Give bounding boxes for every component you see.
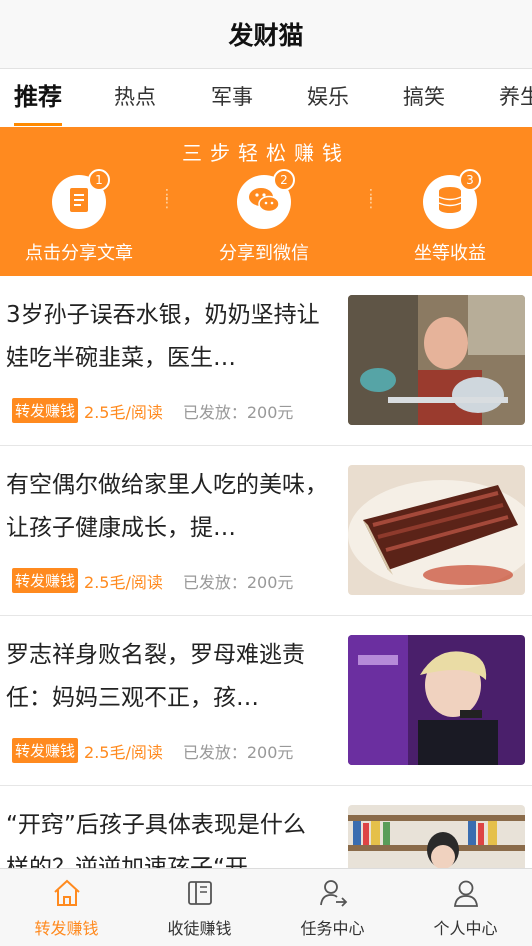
document-icon <box>64 185 94 219</box>
tab-hot[interactable]: 热点 <box>114 69 156 127</box>
home-icon <box>0 877 133 909</box>
article-meta: 转发赚钱 2.5毛/阅读 已发放：200元 <box>12 738 293 763</box>
wechat-icon <box>247 185 281 219</box>
share-earn-badge: 转发赚钱 <box>12 568 79 593</box>
step-share-article: 1 点击分享文章 <box>14 169 144 265</box>
tab-label: 转发赚钱 <box>34 919 99 938</box>
book-icon <box>133 877 266 909</box>
step-label: 点击分享文章 <box>25 243 133 264</box>
user-share-icon <box>266 877 399 909</box>
tab-forward-earn[interactable]: 转发赚钱 <box>0 869 133 946</box>
article-headline: 有空偶尔做给家里人吃的美味，让孩子健康成长，提… <box>6 472 328 541</box>
step-number: 1 <box>88 169 110 191</box>
paid-out-amount: 已发放：200元 <box>182 742 294 762</box>
article-headline: “开窍”后孩子具体表现是什么样的？逆逆加速孩子“开 <box>6 812 306 868</box>
reward-rate: 2.5毛/阅读 <box>84 402 163 422</box>
article-meta: 转发赚钱 2.5毛/阅读 已发放：200元 <box>12 398 293 423</box>
coins-icon <box>434 185 466 219</box>
article-thumbnail <box>348 805 525 868</box>
step-label: 分享到微信 <box>219 243 309 264</box>
tab-recruit-earn[interactable]: 收徒赚钱 <box>133 869 266 946</box>
article-headline: 3岁孙子误吞水银，奶奶坚持让娃吃半碗韭菜，医生… <box>6 302 320 371</box>
bottom-tab-bar: 转发赚钱 收徒赚钱 任务中心 个人中心 <box>0 868 532 946</box>
step-number: 2 <box>273 169 295 191</box>
reward-rate: 2.5毛/阅读 <box>84 572 163 592</box>
share-earn-badge: 转发赚钱 <box>12 398 79 423</box>
tab-funny[interactable]: 搞笑 <box>403 69 445 127</box>
paid-out-amount: 已发放：200元 <box>182 402 294 422</box>
article-headline: 罗志祥身败名裂，罗母难逃责任：妈妈三观不正，孩… <box>6 642 305 711</box>
tab-label: 任务中心 <box>300 919 365 938</box>
earn-steps-banner[interactable]: 三步轻松赚钱 1 点击分享文章 ⋮ ⋮ 2 分享到微信 ⋮ ⋮ 3 坐等收益 <box>0 127 532 276</box>
app-header: 发财猫 <box>0 0 532 69</box>
article-item[interactable]: 3岁孙子误吞水银，奶奶坚持让娃吃半碗韭菜，医生… 转发赚钱 2.5毛/阅读 已发… <box>0 276 532 446</box>
step-label: 坐等收益 <box>414 243 486 264</box>
article-item[interactable]: “开窍”后孩子具体表现是什么样的？逆逆加速孩子“开 <box>0 786 532 868</box>
tab-recommend[interactable]: 推荐 <box>14 69 62 127</box>
step-separator: ⋮ ⋮ <box>364 187 381 211</box>
paid-out-amount: 已发放：200元 <box>182 572 294 592</box>
app-title: 发财猫 <box>228 21 304 50</box>
tab-task-center[interactable]: 任务中心 <box>266 869 399 946</box>
step-wait-income: 3 坐等收益 <box>385 169 515 265</box>
tab-military[interactable]: 军事 <box>211 69 253 127</box>
step-number: 3 <box>459 169 481 191</box>
share-earn-badge: 转发赚钱 <box>12 738 79 763</box>
step-separator: ⋮ ⋮ <box>160 187 177 211</box>
tab-health[interactable]: 养生 <box>499 69 532 127</box>
tab-label: 个人中心 <box>433 919 498 938</box>
person-icon <box>399 877 532 909</box>
article-thumbnail <box>348 295 525 425</box>
tab-entertainment[interactable]: 娱乐 <box>307 69 349 127</box>
banner-title: 三步轻松赚钱 <box>182 141 350 165</box>
article-thumbnail <box>348 635 525 765</box>
article-item[interactable]: 罗志祥身败名裂，罗母难逃责任：妈妈三观不正，孩… 转发赚钱 2.5毛/阅读 已发… <box>0 616 532 786</box>
tab-label: 收徒赚钱 <box>167 919 232 938</box>
article-meta: 转发赚钱 2.5毛/阅读 已发放：200元 <box>12 568 293 593</box>
category-tabs: 推荐 热点 军事 娱乐 搞笑 养生 <box>0 69 532 127</box>
article-thumbnail <box>348 465 525 595</box>
article-item[interactable]: 有空偶尔做给家里人吃的美味，让孩子健康成长，提… 转发赚钱 2.5毛/阅读 已发… <box>0 446 532 616</box>
step-share-wechat: 2 分享到微信 <box>199 169 329 265</box>
reward-rate: 2.5毛/阅读 <box>84 742 163 762</box>
tab-profile[interactable]: 个人中心 <box>399 869 532 946</box>
article-feed: 3岁孙子误吞水银，奶奶坚持让娃吃半碗韭菜，医生… 转发赚钱 2.5毛/阅读 已发… <box>0 276 532 868</box>
